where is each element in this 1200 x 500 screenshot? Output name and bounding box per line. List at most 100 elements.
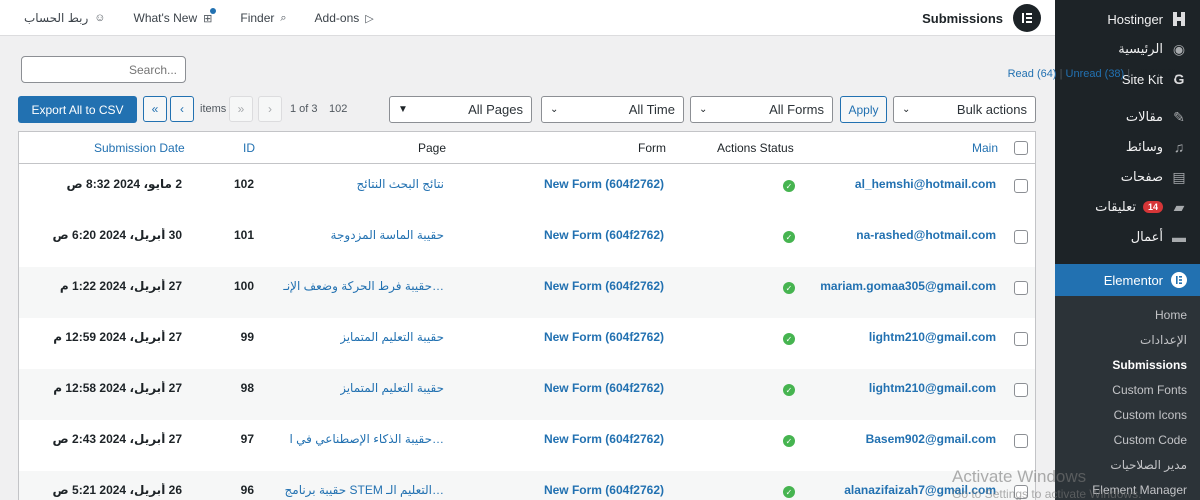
success-check-icon: ✓: [783, 435, 795, 447]
column-header-main[interactable]: Main: [972, 141, 998, 155]
form-link[interactable]: New Form (604f2762): [544, 279, 664, 293]
sidebar-item-pages[interactable]: صفحات ▤: [1055, 162, 1200, 192]
comments-count-badge: 14: [1142, 201, 1163, 213]
row-checkbox[interactable]: [1014, 434, 1028, 448]
column-header-form: Form: [638, 141, 666, 155]
export-csv-button[interactable]: Export All to CSV: [18, 96, 137, 123]
page-link[interactable]: حقيبة التعليم المتمايز: [340, 381, 444, 395]
column-header-actions-status: Actions Status: [717, 141, 794, 155]
submissions-table: Submission Date ID Page Form Actions Sta…: [18, 131, 1036, 500]
email-link[interactable]: mariam.gomaa305@gmail.com: [820, 279, 996, 293]
addons-link[interactable]: Add-ons ▷: [315, 11, 374, 25]
form-link[interactable]: New Form (604f2762): [544, 177, 664, 191]
submenu-item-home[interactable]: Home: [1055, 302, 1200, 327]
page-link[interactable]: حقيبة برنامج STEM التعليم الـ…: [285, 483, 444, 497]
filter-all-link[interactable]: All (102): [1133, 68, 1176, 80]
submission-id: 102: [233, 177, 254, 191]
first-page-button[interactable]: «: [143, 96, 167, 122]
table-row[interactable]: 27 أبريل، 2024 12:58 م 98 حقيبة التعليم …: [19, 369, 1035, 420]
sidebar-item-comments[interactable]: تعليقات 14 ▰: [1055, 192, 1200, 222]
table-row[interactable]: 27 أبريل، 2024 1:22 م 100 حقيبة فرط الحر…: [19, 267, 1035, 318]
submission-date: 27 أبريل، 2024 12:58 م: [53, 381, 182, 395]
filter-read-link[interactable]: Read (64): [1008, 68, 1057, 80]
success-check-icon: ✓: [783, 282, 795, 294]
column-header-id[interactable]: ID: [243, 141, 255, 155]
sidebar-item-posts[interactable]: مقالات ✎: [1055, 102, 1200, 132]
page-link[interactable]: نتائج البحث النتائج: [357, 177, 445, 191]
select-all-checkbox[interactable]: [1014, 141, 1028, 155]
form-link[interactable]: New Form (604f2762): [544, 381, 664, 395]
row-checkbox[interactable]: [1014, 230, 1028, 244]
sidebar-item-dashboard[interactable]: الرئيسية ◉: [1055, 34, 1200, 64]
chevron-down-icon: ⌄: [699, 104, 708, 115]
page-link[interactable]: حقيبة الذكاء الإصطناعي في ا…: [289, 432, 444, 446]
page-link[interactable]: حقيبة الماسة المزدوجة: [331, 228, 444, 242]
submenu-item-submissions[interactable]: Submissions: [1055, 352, 1200, 377]
column-header-date[interactable]: Submission Date: [94, 141, 185, 155]
pin-icon: ✎: [1173, 108, 1185, 125]
row-checkbox[interactable]: [1014, 383, 1028, 397]
email-link[interactable]: al_hemshi@hotmail.com: [855, 177, 996, 191]
prev-page-button[interactable]: ‹: [170, 96, 194, 122]
apply-button[interactable]: Apply: [840, 96, 887, 123]
submission-date: 26 أبريل، 2024 5:21 ص: [52, 483, 182, 497]
total-items-count: 102: [329, 103, 348, 115]
sidebar-item-media[interactable]: وسائط ♫: [1055, 132, 1200, 162]
table-row[interactable]: 26 أبريل، 2024 5:21 ص 96 حقيبة برنامج ST…: [19, 471, 1035, 500]
table-row[interactable]: 27 أبريل، 2024 2:43 ص 97 حقيبة الذكاء ال…: [19, 420, 1035, 471]
form-link[interactable]: New Form (604f2762): [544, 483, 664, 497]
email-link[interactable]: lightm210@gmail.com: [869, 330, 996, 344]
row-checkbox[interactable]: [1014, 281, 1028, 295]
chevron-down-icon: ⌄: [902, 104, 911, 115]
submenu-item-settings[interactable]: الإعدادات: [1055, 327, 1200, 352]
email-link[interactable]: Basem902@gmail.com: [866, 432, 996, 446]
email-link[interactable]: na-rashed@hotmail.com: [856, 228, 996, 242]
success-check-icon: ✓: [783, 333, 795, 345]
search-icon: ⌕: [280, 11, 287, 24]
activate-windows-watermark: Activate Windows: [952, 467, 1087, 486]
form-link[interactable]: New Form (604f2762): [544, 432, 664, 446]
table-row[interactable]: 30 أبريل، 2024 6:20 ص 101 حقيبة الماسة ا…: [19, 216, 1035, 267]
page-link[interactable]: حقيبة التعليم المتمايز: [340, 330, 444, 344]
sidebar-item-portfolio[interactable]: أعمال ▬: [1055, 222, 1200, 252]
row-checkbox[interactable]: [1014, 332, 1028, 346]
sidebar-item-elementor[interactable]: Elementor: [1055, 264, 1200, 296]
user-circle-icon: ☺: [94, 12, 106, 24]
whats-new-link[interactable]: What's New ⊞: [134, 7, 217, 25]
form-link[interactable]: New Form (604f2762): [544, 330, 664, 344]
page-title: Submissions: [922, 4, 1041, 32]
time-filter-select[interactable]: ⌄ All Time: [541, 96, 684, 123]
view-filters: Read (64) | Unread (38) | All (102): [1007, 68, 1176, 80]
email-link[interactable]: lightm210@gmail.com: [869, 381, 996, 395]
dashboard-icon: ◉: [1172, 40, 1186, 57]
submenu-item-custom-fonts[interactable]: Custom Fonts: [1055, 377, 1200, 402]
page-link[interactable]: حقيبة فرط الحركة وضعف الإنـ…: [283, 279, 444, 293]
success-check-icon: ✓: [783, 231, 795, 243]
next-page-button: ›: [258, 96, 282, 122]
pages-filter-select[interactable]: ▼ All Pages: [389, 96, 532, 123]
submission-date: 27 أبريل، 2024 2:43 ص: [52, 432, 182, 446]
top-bar: ربط الحساب ☺ What's New ⊞ Finder ⌕ Add-o…: [0, 0, 1055, 36]
bulk-actions-select[interactable]: ⌄ Bulk actions: [893, 96, 1036, 123]
sidebar-item-hostinger[interactable]: Hostinger: [1055, 4, 1200, 34]
finder-link[interactable]: Finder ⌕: [240, 11, 286, 25]
gift-icon: ⊞: [203, 7, 217, 25]
forms-filter-select[interactable]: ⌄ All Forms: [690, 96, 833, 123]
row-checkbox[interactable]: [1014, 179, 1028, 193]
connect-account-link[interactable]: ربط الحساب ☺: [24, 11, 106, 25]
filter-unread-link[interactable]: Unread (38): [1066, 68, 1125, 80]
submission-id: 98: [240, 381, 254, 395]
submission-date: 27 أبريل، 2024 12:59 م: [53, 330, 182, 344]
submenu-item-custom-code[interactable]: Custom Code: [1055, 427, 1200, 452]
submenu-item-custom-icons[interactable]: Custom Icons: [1055, 402, 1200, 427]
submission-date: 30 أبريل، 2024 6:20 ص: [52, 228, 182, 242]
submission-id: 101: [233, 228, 254, 242]
search-input[interactable]: [21, 56, 186, 83]
chevron-down-icon: ⌄: [550, 104, 559, 115]
submission-id: 97: [240, 432, 254, 446]
table-row[interactable]: 2 مايو، 2024 8:32 ص 102 نتائج البحث النت…: [19, 165, 1035, 216]
column-header-page: Page: [418, 141, 447, 155]
last-page-button: »: [229, 96, 253, 122]
form-link[interactable]: New Form (604f2762): [544, 228, 664, 242]
table-row[interactable]: 27 أبريل، 2024 12:59 م 99 حقيبة التعليم …: [19, 318, 1035, 369]
